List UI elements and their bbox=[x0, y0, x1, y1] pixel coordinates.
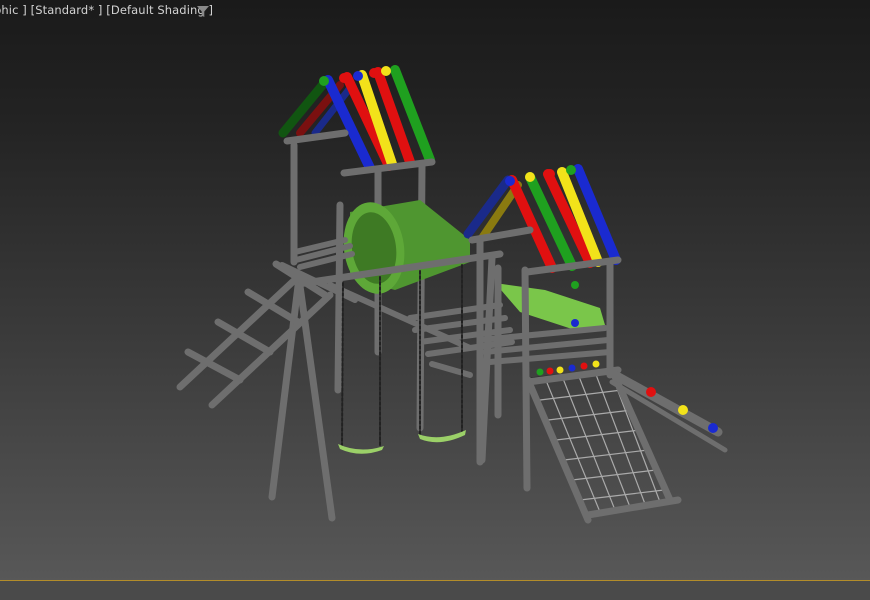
perspective-viewport[interactable]: phic ] [Standard* ] [Default Shading ] bbox=[0, 0, 870, 600]
roof-cap-red bbox=[369, 68, 379, 78]
beam bbox=[283, 129, 349, 145]
roof-cap-blue bbox=[353, 71, 363, 81]
playground-3d-model[interactable] bbox=[0, 0, 870, 600]
roof-beam-red bbox=[507, 175, 557, 273]
slide[interactable] bbox=[495, 281, 605, 330]
plank bbox=[487, 349, 613, 365]
net-frame bbox=[524, 376, 592, 524]
climbing-net[interactable] bbox=[524, 360, 682, 524]
viewport-view-menu[interactable]: phic ] bbox=[0, 3, 27, 17]
post bbox=[334, 201, 344, 394]
left-roof[interactable] bbox=[278, 65, 435, 173]
swings[interactable] bbox=[338, 264, 466, 454]
roof-cap-yellow bbox=[381, 66, 391, 76]
plank bbox=[429, 361, 473, 378]
funnel-icon[interactable] bbox=[196, 5, 210, 18]
swing-seat bbox=[418, 430, 466, 443]
viewport-standard-menu[interactable]: [Standard* ] bbox=[31, 3, 103, 17]
swing-seat bbox=[338, 444, 384, 454]
viewport-bottom-bar bbox=[0, 581, 870, 600]
viewport-label[interactable]: phic ] [Standard* ] [Default Shading ] bbox=[0, 3, 213, 17]
swing-frame[interactable] bbox=[268, 250, 504, 522]
beam bbox=[468, 226, 534, 244]
tunnel[interactable] bbox=[338, 198, 470, 297]
net-bar bbox=[584, 496, 682, 519]
roof-cap-red bbox=[339, 73, 349, 83]
rail bbox=[327, 282, 473, 351]
roof-cap-green bbox=[319, 76, 329, 86]
